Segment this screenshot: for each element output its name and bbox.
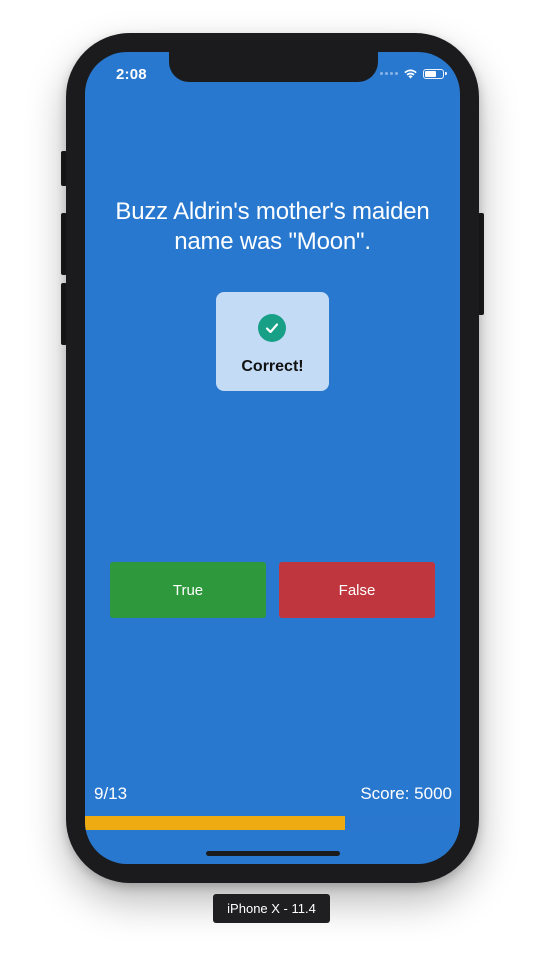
home-indicator[interactable] <box>206 851 340 856</box>
battery-icon <box>423 68 447 79</box>
false-button[interactable]: False <box>279 562 435 618</box>
feedback-label: Correct! <box>241 358 304 375</box>
true-button[interactable]: True <box>110 562 266 618</box>
wifi-icon <box>404 69 417 79</box>
cellular-signal-icon <box>380 72 398 75</box>
progress-bar-fill <box>85 816 345 830</box>
status-time: 2:08 <box>116 66 147 83</box>
status-indicators <box>380 68 447 79</box>
device-notch <box>169 52 378 82</box>
question-progress-text: 9/13 <box>94 784 128 803</box>
progress-bar <box>85 816 460 830</box>
app-screen: 2:08 Buzz Aldrin's mother's maiden name … <box>85 52 460 864</box>
feedback-hud: Correct! <box>216 292 329 391</box>
checkmark-circle-icon <box>258 314 286 342</box>
question-text: Buzz Aldrin's mother's maiden name was "… <box>115 198 430 255</box>
simulator-device-label: iPhone X - 11.4 <box>213 894 330 923</box>
score-text: Score: 5000 <box>360 784 452 803</box>
